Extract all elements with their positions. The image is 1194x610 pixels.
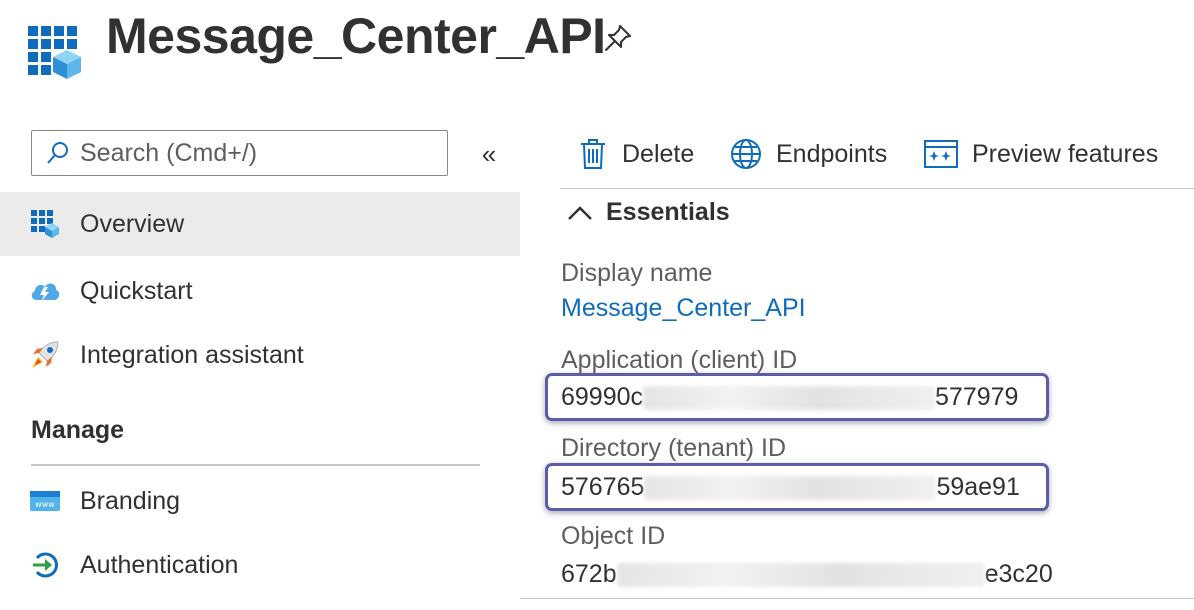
authentication-arrow-icon bbox=[28, 548, 62, 582]
display-name-label: Display name bbox=[561, 259, 713, 287]
section-divider bbox=[31, 464, 480, 466]
sidebar-item-authentication[interactable]: Authentication bbox=[0, 533, 520, 597]
pin-icon[interactable] bbox=[602, 22, 634, 54]
tenant-id-value[interactable]: 576765 59ae91 bbox=[561, 473, 1020, 502]
display-name-link[interactable]: Message_Center_API bbox=[561, 294, 806, 323]
section-heading-manage: Manage bbox=[31, 416, 125, 444]
application-id-suffix: 577979 bbox=[935, 383, 1019, 411]
app-registration-grid-icon bbox=[28, 26, 81, 79]
sidebar-item-label: Overview bbox=[80, 209, 185, 238]
sidebar-item-label: Integration assistant bbox=[80, 340, 304, 369]
trash-icon bbox=[581, 139, 605, 169]
sidebar-item-label: Branding bbox=[80, 486, 181, 515]
globe-icon bbox=[731, 139, 761, 169]
tenant-id-suffix: 59ae91 bbox=[936, 473, 1020, 501]
application-id-prefix: 69990c bbox=[561, 383, 644, 411]
tenant-id-label: Directory (tenant) ID bbox=[561, 434, 787, 462]
sidebar-item-label: Authentication bbox=[80, 550, 239, 579]
sidebar-item-quickstart[interactable]: Quickstart bbox=[0, 259, 520, 323]
sidebar-item-label: Quickstart bbox=[80, 276, 193, 305]
sidebar-item-integration-assistant[interactable]: Integration assistant bbox=[0, 323, 520, 387]
branding-window-icon: www bbox=[28, 484, 62, 518]
redacted-blur bbox=[616, 563, 985, 588]
tenant-id-prefix: 576765 bbox=[561, 473, 645, 501]
delete-label: Delete bbox=[622, 139, 695, 168]
redacted-blur bbox=[643, 386, 936, 411]
endpoints-button[interactable]: Endpoints bbox=[730, 132, 887, 176]
redacted-blur bbox=[644, 476, 937, 501]
endpoints-label: Endpoints bbox=[776, 139, 888, 168]
chevron-up-icon bbox=[568, 205, 592, 220]
object-id-value[interactable]: 672b e3c20 bbox=[561, 560, 1053, 589]
collapse-sidebar-button[interactable]: « bbox=[476, 140, 502, 168]
page-title: Message_Center_API bbox=[106, 8, 606, 64]
svg-text:www: www bbox=[35, 500, 55, 509]
search-input[interactable] bbox=[80, 138, 420, 168]
rocket-icon bbox=[28, 338, 62, 372]
sidebar-item-overview[interactable]: Overview bbox=[0, 192, 520, 256]
object-id-suffix: e3c20 bbox=[984, 560, 1053, 588]
delete-button[interactable]: Delete bbox=[578, 132, 694, 176]
sidebar-item-branding[interactable]: www Branding bbox=[0, 469, 520, 533]
preview-features-icon bbox=[924, 140, 958, 168]
search-box[interactable] bbox=[31, 130, 448, 176]
essentials-bottom-divider bbox=[520, 598, 1194, 599]
application-id-label: Application (client) ID bbox=[561, 346, 798, 374]
overview-grid-icon bbox=[28, 207, 62, 241]
cloud-lightning-icon bbox=[28, 274, 62, 308]
essentials-toggle[interactable]: Essentials bbox=[566, 198, 730, 227]
object-id-label: Object ID bbox=[561, 522, 666, 550]
toolbar-divider bbox=[560, 188, 1194, 189]
essentials-heading: Essentials bbox=[606, 198, 730, 226]
preview-features-button[interactable]: Preview features bbox=[924, 132, 1158, 176]
application-id-value[interactable]: 69990c 577979 bbox=[561, 383, 1018, 412]
object-id-prefix: 672b bbox=[561, 560, 617, 588]
preview-features-label: Preview features bbox=[972, 139, 1159, 168]
search-icon bbox=[47, 142, 68, 164]
